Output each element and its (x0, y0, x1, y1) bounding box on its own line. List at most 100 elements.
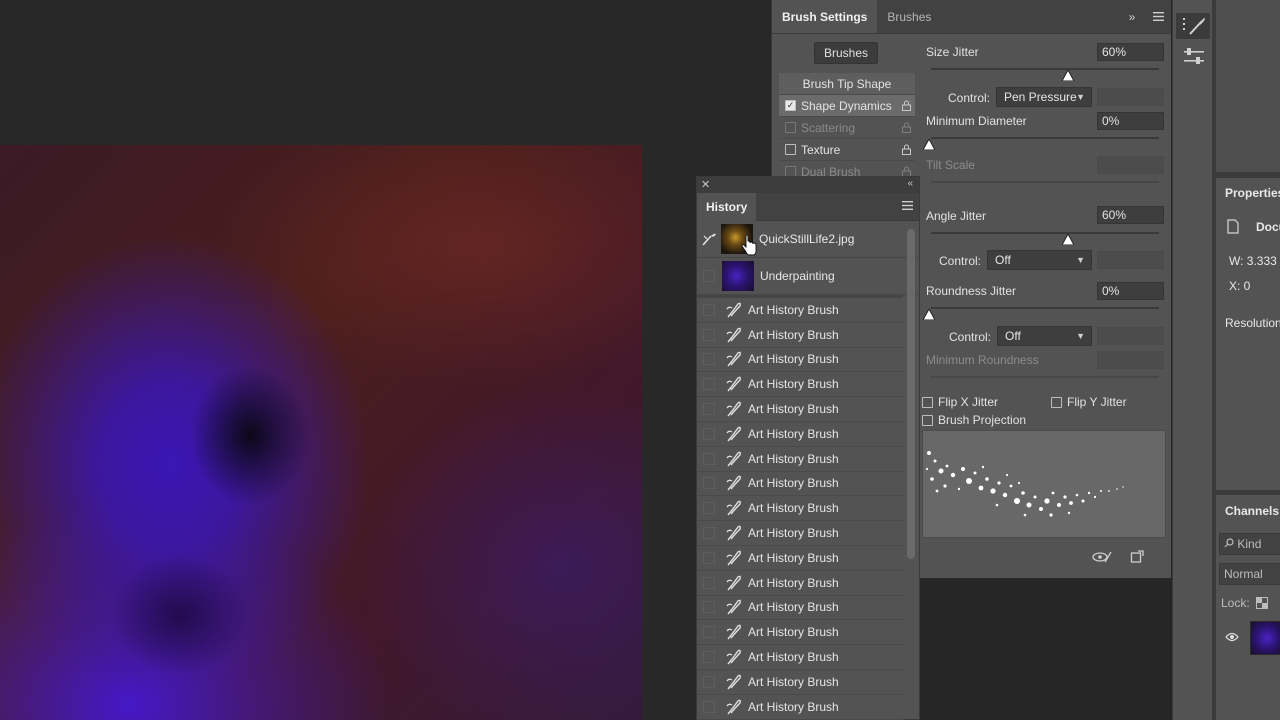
history-source-box[interactable] (703, 328, 715, 341)
brush-tip-shape-item[interactable]: Brush Tip Shape (779, 73, 915, 95)
new-preset-icon[interactable] (1130, 550, 1144, 564)
history-state[interactable]: Art History Brush (697, 298, 903, 323)
min-roundness-slider (931, 376, 1159, 378)
min-diameter-field[interactable]: 0% (1097, 112, 1164, 130)
angle-jitter-slider[interactable] (931, 232, 1159, 234)
history-state[interactable]: Art History Brush (697, 422, 903, 447)
size-control-select[interactable]: Pen Pressure ▼ (996, 87, 1092, 107)
history-state[interactable]: Art History Brush (697, 695, 903, 720)
kind-filter[interactable]: Kind (1219, 533, 1280, 555)
roundness-jitter-label: Roundness Jitter (926, 284, 1017, 298)
history-source-box[interactable] (703, 270, 715, 282)
history-source-box[interactable] (703, 626, 715, 639)
history-state-label: Art History Brush (748, 575, 839, 590)
lock-icon[interactable] (901, 122, 912, 133)
history-source-box[interactable] (703, 378, 715, 391)
history-state[interactable]: Art History Brush (697, 348, 903, 373)
angle-control-select[interactable]: Off ▼ (987, 250, 1092, 270)
panel-menu-icon[interactable] (1145, 0, 1171, 33)
history-state[interactable]: Art History Brush (697, 571, 903, 596)
chevron-down-icon: ▼ (1076, 92, 1085, 102)
checkbox-scattering[interactable] (785, 122, 796, 133)
history-state[interactable]: Art History Brush (697, 670, 903, 695)
channel-thumbnail[interactable] (1250, 621, 1280, 655)
lock-transparent-icon[interactable] (1256, 597, 1268, 609)
toggle-preview-icon[interactable] (1092, 550, 1112, 564)
brushes-button[interactable]: Brushes (814, 42, 878, 64)
tip-item-label: Scattering (801, 120, 856, 135)
history-source-box[interactable] (703, 700, 715, 713)
tip-item-scattering[interactable]: Scattering (779, 117, 915, 139)
history-source-box[interactable] (703, 353, 715, 366)
history-scrollbar[interactable] (907, 229, 915, 559)
close-icon[interactable]: ✕ (701, 178, 710, 191)
tab-brush-settings[interactable]: Brush Settings (772, 0, 878, 33)
history-state[interactable]: Art History Brush (697, 397, 903, 422)
history-state[interactable]: Art History Brush (697, 645, 903, 670)
history-source-box[interactable] (703, 452, 715, 465)
properties-title[interactable]: Properties (1225, 186, 1280, 200)
checkbox-shape-dynamics[interactable]: ✓ (785, 100, 796, 111)
flip-x-option[interactable]: Flip X Jitter (922, 395, 998, 409)
brush-projection-label: Brush Projection (938, 413, 1027, 427)
brush-projection-checkbox[interactable] (922, 414, 933, 426)
brush-projection-option[interactable]: Brush Projection (922, 413, 1026, 427)
angle-jitter-field[interactable]: 60% (1097, 206, 1164, 224)
min-roundness-label: Minimum Roundness (926, 353, 1039, 367)
flip-x-checkbox[interactable] (922, 396, 933, 408)
roundness-control-select[interactable]: Off ▼ (997, 326, 1092, 346)
history-source-box[interactable] (703, 675, 715, 688)
document-canvas[interactable] (0, 145, 642, 720)
history-source-box[interactable] (703, 551, 715, 564)
art-history-brush-icon (726, 699, 741, 715)
history-state[interactable]: Art History Brush (697, 596, 903, 621)
collapse-icon[interactable]: « (907, 178, 913, 189)
channels-title[interactable]: Channels (1225, 504, 1279, 518)
adjust-sliders-icon[interactable] (1176, 44, 1210, 70)
history-source-box[interactable] (703, 303, 715, 316)
art-history-brush-icon (726, 426, 741, 442)
brush-preset-icon[interactable] (1176, 13, 1210, 39)
tab-brushes[interactable]: Brushes (877, 0, 941, 33)
tip-item-label: Shape Dynamics (801, 98, 892, 113)
tab-history[interactable]: History (697, 193, 757, 221)
history-source-box[interactable] (703, 477, 715, 490)
collapse-icon[interactable]: » (1119, 0, 1145, 33)
angle-control-label: Control: (939, 254, 982, 268)
snapshot-item[interactable]: QuickStillLife2.jpg (697, 221, 919, 258)
snapshot-item[interactable]: Underpainting (697, 258, 919, 295)
roundness-jitter-slider[interactable] (931, 307, 1159, 309)
history-state[interactable]: Art History Brush (697, 546, 903, 571)
lock-icon[interactable] (901, 100, 912, 111)
history-state[interactable]: Art History Brush (697, 521, 903, 546)
blend-mode-select[interactable]: Normal (1219, 563, 1280, 585)
history-source-box[interactable] (703, 576, 715, 589)
min-diameter-slider[interactable] (931, 137, 1159, 139)
history-source-box[interactable] (703, 502, 715, 515)
history-state[interactable]: Art History Brush (697, 447, 903, 472)
flip-y-checkbox[interactable] (1051, 396, 1062, 408)
chevron-down-icon: ▼ (1076, 255, 1085, 265)
history-source-box[interactable] (703, 651, 715, 664)
lock-icon[interactable] (901, 144, 912, 155)
tip-item-shape-dynamics[interactable]: ✓ Shape Dynamics (779, 95, 915, 117)
roundness-control-value: Off (1005, 329, 1021, 343)
history-state[interactable]: Art History Brush (697, 496, 903, 522)
roundness-jitter-field[interactable]: 0% (1097, 282, 1164, 300)
history-source-box[interactable] (703, 403, 715, 416)
art-history-brush-icon[interactable] (701, 232, 717, 246)
eye-icon[interactable] (1225, 632, 1239, 642)
history-source-box[interactable] (703, 601, 715, 614)
tip-item-texture[interactable]: Texture (779, 139, 915, 161)
history-source-box[interactable] (703, 427, 715, 440)
history-source-box[interactable] (703, 527, 715, 540)
checkbox-texture[interactable] (785, 144, 796, 155)
flip-y-option[interactable]: Flip Y Jitter (1045, 395, 1127, 409)
history-state[interactable]: Art History Brush (697, 372, 903, 398)
size-jitter-field[interactable]: 60% (1097, 43, 1164, 61)
size-jitter-slider[interactable] (931, 68, 1159, 70)
history-state[interactable]: Art History Brush (697, 323, 903, 348)
history-state[interactable]: Art History Brush (697, 620, 903, 646)
panel-menu-icon[interactable] (902, 201, 913, 210)
history-state[interactable]: Art History Brush (697, 472, 903, 497)
